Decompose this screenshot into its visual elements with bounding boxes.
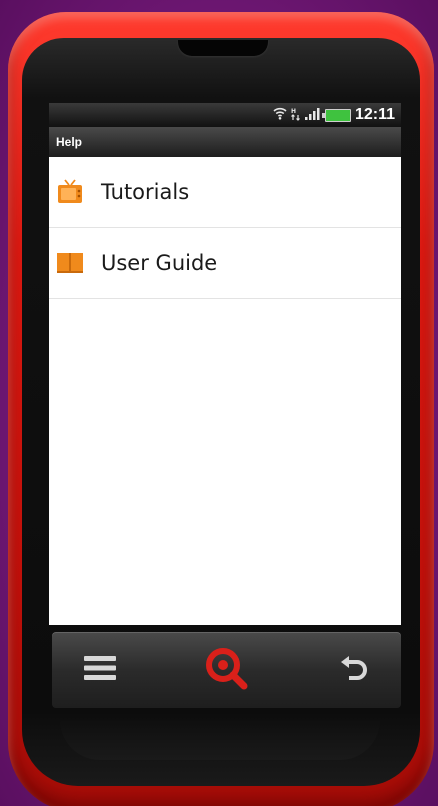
battery-icon xyxy=(321,108,351,122)
navigation-bar xyxy=(52,632,401,708)
svg-text:H: H xyxy=(291,108,296,115)
page-title-bar: Help xyxy=(49,127,401,157)
signal-icon xyxy=(304,107,321,123)
background: H 12:11 Help Tutorials User Guide xyxy=(0,0,438,806)
phone-screen: H 12:11 Help Tutorials User Guide xyxy=(49,103,401,625)
search-icon xyxy=(203,645,249,695)
phone-chin xyxy=(60,720,380,760)
back-button[interactable] xyxy=(332,648,376,692)
list-item-label: User Guide xyxy=(101,251,218,275)
help-list: Tutorials User Guide xyxy=(49,157,401,299)
list-item-user-guide[interactable]: User Guide xyxy=(49,228,401,299)
search-button[interactable] xyxy=(204,648,248,692)
status-bar: H 12:11 xyxy=(49,103,401,127)
status-clock: 12:11 xyxy=(354,106,395,123)
book-icon xyxy=(57,250,83,276)
menu-icon xyxy=(84,654,116,686)
menu-button[interactable] xyxy=(78,648,122,692)
page-title: Help xyxy=(56,135,83,149)
list-item-tutorials[interactable]: Tutorials xyxy=(49,157,401,228)
back-icon xyxy=(339,653,369,687)
list-item-label: Tutorials xyxy=(101,180,190,204)
wifi-icon xyxy=(273,107,287,123)
tv-icon xyxy=(57,179,83,205)
earpiece-speaker xyxy=(178,40,268,56)
mobile-data-icon: H xyxy=(291,107,301,124)
